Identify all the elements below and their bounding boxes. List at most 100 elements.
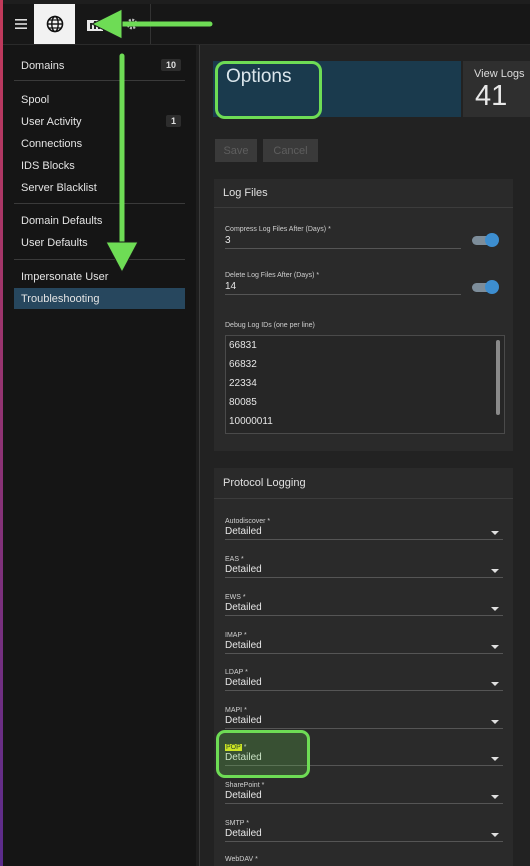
save-button[interactable]: Save	[215, 139, 257, 162]
sidebar-item-spool[interactable]: Spool	[14, 89, 185, 110]
imap-select[interactable]: IMAP * Detailed	[225, 632, 503, 654]
debug-id-line: 66832	[229, 359, 257, 370]
sidebar-item-impersonate-user[interactable]: Impersonate User	[14, 266, 185, 287]
field-label: WebDAV *	[225, 856, 258, 863]
sidebar-item-domain-defaults[interactable]: Domain Defaults	[14, 210, 185, 231]
toggle-knob	[485, 233, 499, 247]
sidebar-item-label: Domains	[21, 59, 65, 72]
card-title: Log Files	[214, 179, 513, 208]
chevron-down-icon	[491, 682, 499, 686]
chevron-down-icon	[491, 531, 499, 535]
sidebar-item-user-activity[interactable]: User Activity 1	[14, 111, 185, 132]
bar-chart-icon	[87, 20, 103, 31]
field-value: 14	[225, 281, 461, 295]
field-label: Delete Log Files After (Days) *	[225, 272, 320, 279]
debug-id-line: 10000011	[229, 416, 273, 427]
options-annotation-box	[215, 61, 322, 119]
field-label: Compress Log Files After (Days) *	[225, 226, 331, 233]
field-label: MAPI *	[225, 707, 247, 714]
pop-annotation-box	[216, 730, 310, 778]
card-title: Protocol Logging	[214, 468, 513, 499]
field-label: SMTP *	[225, 820, 250, 827]
view-logs-tile[interactable]: View Logs 41	[463, 61, 530, 117]
sidebar-divider	[14, 203, 185, 204]
count-badge: 10	[160, 59, 181, 71]
field-label: EWS *	[225, 594, 246, 601]
field-label: Autodiscover *	[225, 518, 271, 525]
sidebar-item-label: Troubleshooting	[21, 292, 100, 305]
sidebar-item-label: Connections	[21, 137, 83, 150]
chevron-down-icon	[491, 569, 499, 573]
debug-id-line: 22334	[229, 378, 257, 389]
domains-view-button[interactable]	[34, 4, 75, 44]
chevron-down-icon	[491, 720, 499, 724]
sidebar-item-label: IDS Blocks	[21, 159, 75, 172]
sidebar-item-label: User Activity	[21, 115, 82, 128]
toolbar-separator	[150, 4, 151, 44]
delete-toggle[interactable]	[472, 280, 499, 294]
gear-icon	[126, 18, 138, 30]
sidebar-nav: Domains 10 Spool User Activity 1 Connect…	[3, 45, 196, 866]
sidebar-divider	[14, 259, 185, 260]
globe-icon	[46, 15, 63, 33]
field-value: Detailed	[225, 715, 503, 729]
chevron-down-icon	[491, 795, 499, 799]
field-value: 3	[225, 235, 461, 249]
debug-ids-textarea[interactable]: 66831 66832 22334 80085 10000011	[225, 335, 505, 434]
field-value: Detailed	[225, 677, 503, 691]
sidebar-item-server-blacklist[interactable]: Server Blacklist	[14, 177, 185, 198]
debug-id-line: 66831	[229, 340, 257, 351]
field-label: LDAP *	[225, 669, 248, 676]
autodiscover-select[interactable]: Autodiscover * Detailed	[225, 518, 503, 540]
field-value: Detailed	[225, 564, 503, 578]
textarea-scrollbar[interactable]	[496, 340, 500, 415]
compress-toggle[interactable]	[472, 233, 499, 247]
mapi-select[interactable]: MAPI * Detailed	[225, 707, 503, 729]
settings-view-button[interactable]	[115, 4, 149, 44]
sidebar-item-label: Spool	[21, 93, 50, 106]
field-label: EAS *	[225, 556, 244, 563]
chevron-down-icon	[491, 607, 499, 611]
hamburger-icon	[15, 19, 27, 29]
field-value: Detailed	[225, 828, 503, 842]
menu-button[interactable]	[7, 4, 35, 44]
ews-select[interactable]: EWS * Detailed	[225, 594, 503, 616]
chevron-down-icon	[491, 833, 499, 837]
sidebar-item-label: User Defaults	[21, 236, 88, 249]
view-logs-label: View Logs	[474, 68, 525, 80]
sidebar-item-troubleshooting[interactable]: Troubleshooting	[14, 288, 185, 309]
sidebar-item-ids-blocks[interactable]: IDS Blocks	[14, 155, 185, 176]
view-logs-count: 41	[475, 80, 508, 112]
debug-ids-label-wrap: Debug Log IDs (one per line)	[225, 322, 461, 329]
eas-select[interactable]: EAS * Detailed	[225, 556, 503, 578]
chevron-down-icon	[491, 757, 499, 761]
ldap-select[interactable]: LDAP * Detailed	[225, 669, 503, 691]
field-label: IMAP *	[225, 632, 247, 639]
delete-log-files-field[interactable]: Delete Log Files After (Days) * 14	[225, 272, 461, 295]
sidebar-item-label: Domain Defaults	[21, 214, 103, 227]
top-toolbar	[3, 4, 530, 45]
debug-id-line: 80085	[229, 397, 257, 408]
compress-log-files-field[interactable]: Compress Log Files After (Days) * 3	[225, 226, 461, 249]
statistics-view-button[interactable]	[77, 4, 113, 44]
field-value: Detailed	[225, 790, 503, 804]
count-badge: 1	[165, 115, 181, 127]
sidebar-item-connections[interactable]: Connections	[14, 133, 185, 154]
cancel-button[interactable]: Cancel	[263, 139, 318, 162]
sharepoint-select[interactable]: SharePoint * Detailed	[225, 782, 503, 804]
field-label: SharePoint *	[225, 782, 265, 789]
sidebar-item-domains[interactable]: Domains 10	[14, 55, 185, 76]
smtp-select[interactable]: SMTP * Detailed	[225, 820, 503, 842]
field-value: Detailed	[225, 640, 503, 654]
sidebar-divider	[14, 80, 185, 81]
sidebar-item-label: Impersonate User	[21, 270, 109, 283]
toggle-knob	[485, 280, 499, 294]
log-files-card: Log Files Compress Log Files After (Days…	[214, 179, 513, 451]
sidebar-item-user-defaults[interactable]: User Defaults	[14, 232, 185, 253]
chevron-down-icon	[491, 645, 499, 649]
field-value: Detailed	[225, 602, 503, 616]
field-value: Detailed	[225, 526, 503, 540]
field-label: Debug Log IDs (one per line)	[225, 322, 315, 329]
protocol-logging-card: Protocol Logging Autodiscover * Detailed…	[214, 468, 513, 866]
webdav-select[interactable]: WebDAV *	[225, 856, 503, 863]
